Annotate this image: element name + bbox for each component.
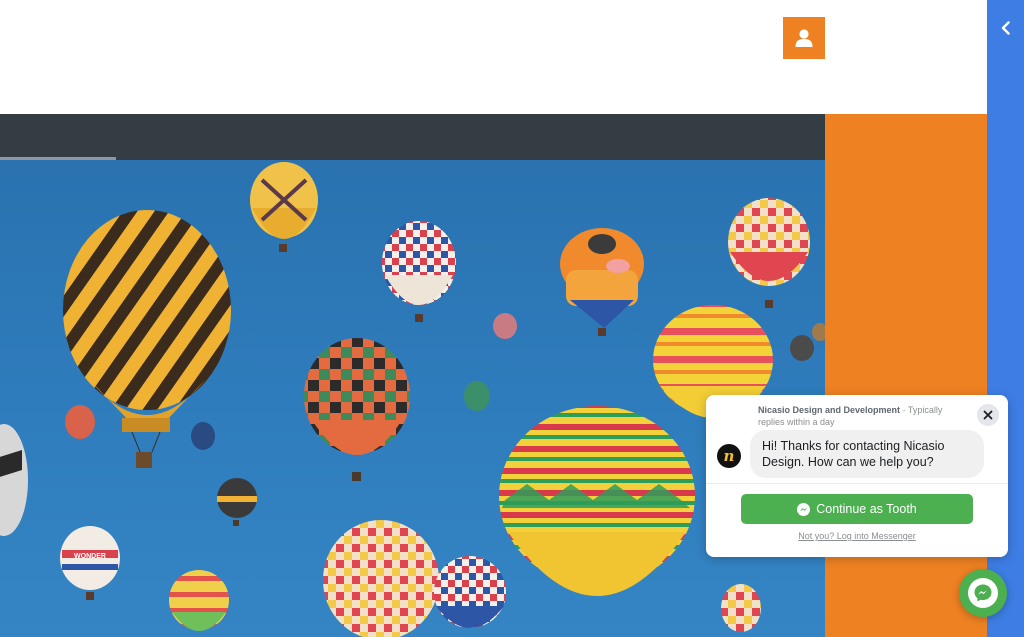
close-icon xyxy=(983,410,993,420)
page-name: Nicasio Design and Development xyxy=(758,405,901,415)
header-separator: · xyxy=(902,405,906,415)
hot-air-balloons-photo: WONDER xyxy=(0,162,825,637)
greeting-message: Hi! Thanks for contacting Nicasio Design… xyxy=(750,430,984,478)
messenger-icon xyxy=(797,502,811,516)
messenger-chat-widget: Nicasio Design and Development · Typical… xyxy=(706,395,1008,557)
orange-side-column xyxy=(825,114,987,637)
messenger-launcher-button[interactable] xyxy=(959,569,1007,617)
user-account-button[interactable] xyxy=(783,17,825,59)
hero-image: WONDER xyxy=(0,160,825,637)
nav-bar xyxy=(0,114,825,160)
chat-divider xyxy=(706,483,1008,484)
panel-toggle-button[interactable] xyxy=(987,14,1024,42)
svg-text:WONDER: WONDER xyxy=(74,553,106,560)
site-header xyxy=(0,0,987,114)
messenger-icon xyxy=(968,578,998,608)
page-avatar: n xyxy=(717,444,741,468)
continue-as-label: Continue as Tooth xyxy=(816,502,917,516)
chat-close-button[interactable] xyxy=(977,404,999,426)
user-icon xyxy=(795,29,813,47)
continue-as-button[interactable]: Continue as Tooth xyxy=(741,494,973,524)
chevron-left-icon xyxy=(1001,21,1010,35)
log-into-messenger-link[interactable]: Not you? Log into Messenger xyxy=(706,531,1008,541)
chat-header: Nicasio Design and Development · Typical… xyxy=(758,404,968,428)
